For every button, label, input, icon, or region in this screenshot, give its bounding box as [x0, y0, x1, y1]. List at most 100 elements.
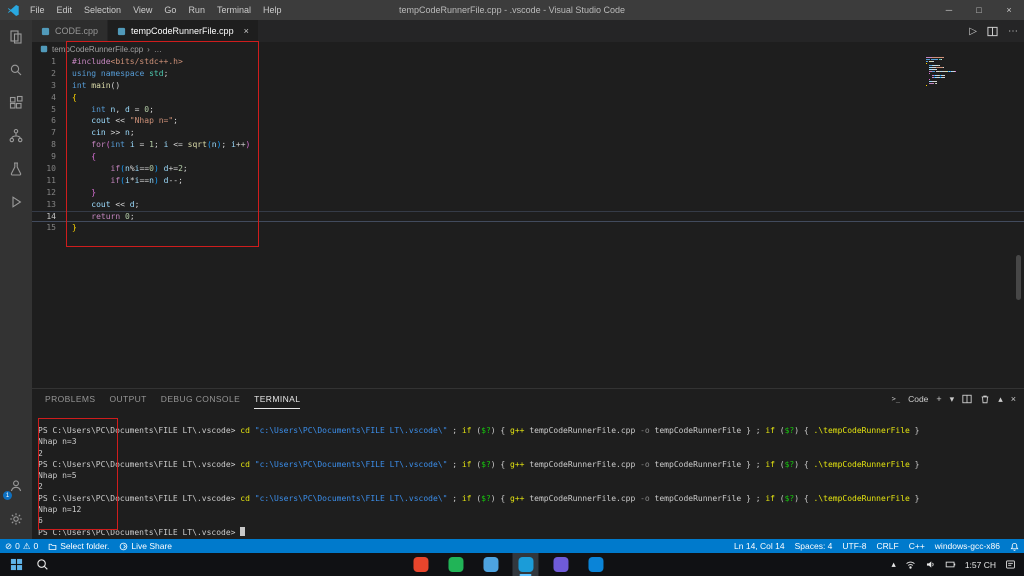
code-line[interactable]: 11 if(i*i==n) d--; [32, 175, 1024, 187]
code-line[interactable]: 4{ [32, 92, 1024, 104]
taskbar-search-icon[interactable] [36, 558, 49, 571]
code-lines: 1 #include<bits/stdc++.h> 2 using namespace… [32, 56, 1024, 234]
code-line[interactable]: 15} [32, 222, 1024, 234]
terminal-dropdown-icon[interactable]: ▾ [950, 394, 955, 405]
system-tray: ▴ 1:57 CH [892, 559, 1024, 570]
tab-code-cpp[interactable]: CODE.cpp [32, 20, 109, 42]
status-bar: ⊘ 0 ⚠ 0 Select folder. Live Share Ln 14,… [0, 539, 1024, 553]
code-line[interactable]: 14 return 0; [32, 211, 1024, 223]
taskbar-app-zalo-icon[interactable] [582, 553, 608, 576]
code-text: for(int i = 1; i <= sqrt(n); i++) [91, 140, 251, 150]
menu-selection[interactable]: Selection [78, 0, 127, 20]
menu-file[interactable]: File [24, 0, 51, 20]
terminal-line: PS C:\Users\PC\Documents\FILE LT\.vscode… [38, 526, 1024, 538]
settings-gear-icon[interactable] [0, 502, 32, 535]
testing-icon[interactable] [0, 152, 32, 185]
kill-terminal-trash-icon[interactable] [980, 394, 990, 404]
speaker-icon[interactable] [925, 559, 936, 570]
tab-close-icon[interactable]: × [244, 26, 249, 36]
code-line[interactable]: 6 cout << "Nhap n="; [32, 115, 1024, 127]
select-folder-label: Select folder. [60, 541, 110, 551]
eol-indicator[interactable]: CRLF [872, 539, 904, 553]
tray-expand-icon[interactable]: ▴ [892, 559, 896, 570]
network-icon[interactable] [905, 559, 916, 570]
taskbar-app-file-explorer-icon[interactable] [477, 553, 503, 576]
code-line[interactable]: 13 cout << d; [32, 199, 1024, 211]
clock[interactable]: 1:57 CH [965, 560, 996, 570]
code-text: using namespace std; [72, 68, 169, 78]
editor-scrollbar-thumb[interactable] [1016, 255, 1021, 300]
problems-status[interactable]: ⊘ 0 ⚠ 0 [0, 539, 43, 553]
breadcrumb-file[interactable]: tempCodeRunnerFile.cpp [52, 45, 143, 54]
language-mode-indicator[interactable]: C++ [904, 539, 930, 553]
terminal-content[interactable]: PS C:\Users\PC\Documents\FILE LT\.vscode… [32, 409, 1024, 539]
start-button-icon[interactable] [10, 558, 23, 571]
close-panel-icon[interactable]: × [1011, 394, 1016, 404]
action-center-icon[interactable] [1005, 559, 1016, 570]
editor[interactable]: 1 #include<bits/stdc++.h> 2 using namespace… [32, 56, 1024, 388]
terminal-profile-label[interactable]: Code [908, 394, 928, 404]
line-col-indicator[interactable]: Ln 14, Col 14 [729, 539, 790, 553]
code-line[interactable]: 1 #include<bits/stdc++.h> [32, 56, 1024, 68]
notifications-bell[interactable] [1005, 539, 1024, 553]
new-terminal-icon[interactable]: + [936, 394, 941, 404]
line-number: 2 [51, 68, 56, 78]
select-folder-status[interactable]: Select folder. [43, 539, 114, 553]
split-terminal-icon[interactable] [962, 394, 972, 404]
menu-run[interactable]: Run [182, 0, 211, 20]
breadcrumb[interactable]: tempCodeRunnerFile.cpp › … [32, 42, 1024, 56]
menu-view[interactable]: View [127, 0, 158, 20]
menu-go[interactable]: Go [158, 0, 182, 20]
battery-icon[interactable] [945, 559, 956, 570]
split-editor-icon[interactable] [987, 26, 998, 37]
run-icon[interactable] [0, 185, 32, 218]
code-line[interactable]: 3 int main() [32, 80, 1024, 92]
compiler-config-indicator[interactable]: windows-gcc-x86 [930, 539, 1005, 553]
search-icon[interactable] [0, 53, 32, 86]
code-line[interactable]: 5 int n, d = 0; [32, 104, 1024, 116]
code-line[interactable]: 9 { [32, 151, 1024, 163]
code-text: #include<bits/stdc++.h> [72, 57, 183, 66]
maximize-button[interactable]: □ [964, 0, 994, 20]
menu-bar: File Edit Selection View Go Run Terminal Help [24, 0, 287, 20]
panel: PROBLEMS OUTPUT DEBUG CONSOLE TERMINAL >… [32, 388, 1024, 539]
panel-header: PROBLEMS OUTPUT DEBUG CONSOLE TERMINAL >… [32, 389, 1024, 409]
indentation-indicator[interactable]: Spaces: 4 [790, 539, 838, 553]
panel-tab-terminal[interactable]: TERMINAL [254, 389, 300, 409]
code-line[interactable]: 12 } [32, 187, 1024, 199]
accounts-icon[interactable]: 1 [0, 469, 32, 502]
extensions-icon[interactable] [0, 86, 32, 119]
taskbar-app-app-red-icon[interactable] [407, 553, 433, 576]
minimize-button[interactable]: ─ [934, 0, 964, 20]
menu-help[interactable]: Help [257, 0, 288, 20]
more-actions-icon[interactable]: ⋯ [1008, 26, 1018, 37]
menu-terminal[interactable]: Terminal [211, 0, 257, 20]
explorer-icon[interactable] [0, 20, 32, 53]
code-line[interactable]: 10 if(n%i==0) d+=2; [32, 163, 1024, 175]
code-line[interactable]: 2 using namespace std; [32, 68, 1024, 80]
taskbar-app-app-green-icon[interactable] [442, 553, 468, 576]
code-text: if(i*i==n) d--; [110, 175, 183, 185]
zalo-glyph [587, 557, 603, 572]
taskbar-app-vscode-icon[interactable] [512, 553, 539, 576]
source-control-icon[interactable] [0, 119, 32, 152]
panel-tab-problems[interactable]: PROBLEMS [45, 389, 95, 409]
line-number: 11 [46, 175, 56, 185]
live-share-status[interactable]: Live Share [114, 539, 177, 553]
minimap[interactable] [926, 56, 1008, 86]
code-line[interactable]: 8 for(int i = 1; i <= sqrt(n); i++) [32, 139, 1024, 151]
code-line[interactable]: 7 cin >> n; [32, 127, 1024, 139]
panel-tab-debug-console[interactable]: DEBUG CONSOLE [161, 389, 240, 409]
close-button[interactable]: × [994, 0, 1024, 20]
maximize-panel-icon[interactable]: ▴ [998, 394, 1003, 405]
menu-edit[interactable]: Edit [51, 0, 79, 20]
panel-actions: >_ Code + ▾ ▴ × [892, 389, 1016, 409]
breadcrumb-symbol[interactable]: … [154, 45, 162, 54]
terminal-line: PS C:\Users\PC\Documents\FILE LT\.vscode… [38, 459, 920, 469]
panel-tab-output[interactable]: OUTPUT [109, 389, 146, 409]
taskbar-app-app-purple-icon[interactable] [547, 553, 573, 576]
terminal-profile-icon: >_ [891, 395, 901, 403]
run-file-button[interactable]: ▷ [969, 26, 977, 37]
encoding-indicator[interactable]: UTF-8 [837, 539, 871, 553]
tab-tempcoderunnerfile-cpp[interactable]: tempCodeRunnerFile.cpp × [108, 20, 259, 42]
